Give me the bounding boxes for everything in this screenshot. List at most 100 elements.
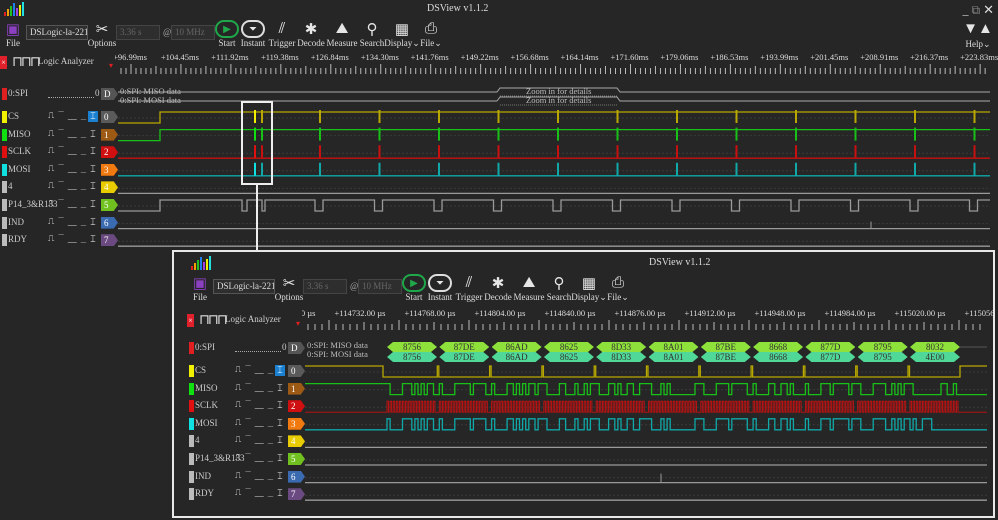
channel-color-bar[interactable] — [189, 400, 194, 413]
trigger-edge-icon[interactable]: ⎽ — [255, 400, 265, 410]
channel-color-bar[interactable] — [189, 470, 194, 483]
trigger-edge-icon[interactable]: ‾ — [58, 181, 64, 191]
channel-tag[interactable]: 2 — [101, 146, 118, 159]
miso-decoded-value[interactable]: 87DE — [439, 342, 489, 352]
trigger-edge-icon[interactable]: _ — [268, 365, 274, 375]
miso-decoded-value[interactable]: 8625 — [544, 342, 594, 352]
miso-decoded-value[interactable]: 8668 — [753, 342, 803, 352]
trigger-edge-icon[interactable]: ⎽ — [255, 453, 265, 463]
channel-name[interactable]: MISO — [195, 383, 218, 393]
miso-decoded-value[interactable]: 87BE — [701, 342, 751, 352]
mosi-decoded-value[interactable]: 87DE — [439, 352, 489, 362]
channel-name[interactable]: IND — [195, 471, 211, 481]
trigger-edge-icon[interactable]: ⎽ — [68, 199, 78, 209]
trigger-options[interactable]: ⎍ ‾ ⎽ _ — [48, 111, 90, 121]
trigger-edge-icon[interactable]: _ — [81, 199, 87, 209]
channel-tag[interactable]: 4 — [101, 181, 118, 194]
trigger-any-edge-icon[interactable]: ⌶ — [88, 181, 98, 192]
channel-tag[interactable]: 2 — [288, 400, 305, 413]
trigger-edge-icon[interactable]: ⎍ — [48, 146, 55, 156]
trigger-edge-icon[interactable]: ⎍ — [48, 199, 55, 209]
trigger-edge-icon[interactable]: ⎍ — [48, 111, 55, 121]
trigger-options[interactable]: ⎍ ‾ ⎽ _ — [235, 435, 277, 445]
channel-color-bar[interactable] — [2, 111, 7, 123]
channel-tag[interactable]: 0 — [288, 365, 305, 377]
channel-color-bar[interactable] — [2, 234, 7, 247]
mosi-decoded-value[interactable]: 4E00 — [910, 352, 960, 362]
miso-decoded-value[interactable]: 86AD — [492, 342, 542, 352]
channel-name[interactable]: MOSI — [8, 164, 31, 174]
mosi-decoded-value[interactable]: 8668 — [753, 352, 803, 362]
trigger-edge-icon[interactable]: ⎽ — [255, 418, 265, 428]
trigger-any-edge-icon[interactable]: ⌶ — [275, 365, 285, 376]
trigger-edge-icon[interactable]: ⎍ — [235, 471, 242, 481]
trigger-edge-icon[interactable]: _ — [81, 129, 87, 139]
trigger-edge-icon[interactable]: ⎍ — [48, 217, 55, 227]
trigger-edge-icon[interactable]: ⎽ — [68, 181, 78, 191]
trigger-edge-icon[interactable]: _ — [81, 146, 87, 156]
channel-tag[interactable]: 6 — [101, 216, 118, 229]
channel-color-bar[interactable] — [2, 216, 7, 229]
channel-tag[interactable]: 5 — [101, 199, 118, 211]
trigger-edge-icon[interactable]: _ — [81, 217, 87, 227]
miso-decoded-value[interactable]: 8032 — [910, 342, 960, 352]
channel-tag[interactable]: 0 — [101, 111, 118, 123]
channel-color-bar[interactable] — [189, 453, 194, 465]
channel-color-bar[interactable] — [2, 163, 7, 176]
channel-tag[interactable]: 7 — [288, 488, 305, 501]
trigger-edge-icon[interactable]: ⎍ — [235, 400, 242, 410]
trigger-any-edge-icon[interactable]: ⌶ — [88, 111, 98, 122]
mosi-decoded-value[interactable]: 8D33 — [596, 352, 646, 362]
miso-decoded-value[interactable]: 8A01 — [649, 342, 699, 352]
channel-name[interactable]: RDY — [8, 234, 27, 244]
trigger-options[interactable]: ⎍ ‾ ⎽ _ — [235, 400, 277, 410]
trigger-any-edge-icon[interactable]: ⌶ — [275, 453, 285, 464]
channel-color-bar[interactable] — [189, 365, 194, 377]
trigger-any-edge-icon[interactable]: ⌶ — [88, 199, 98, 210]
trigger-edge-icon[interactable]: _ — [268, 435, 274, 445]
trigger-edge-icon[interactable]: _ — [268, 453, 274, 463]
mosi-decoded-value[interactable]: 8756 — [387, 352, 437, 362]
trigger-any-edge-icon[interactable]: ⌶ — [88, 234, 98, 245]
channel-name[interactable]: SCLK — [195, 400, 218, 410]
trigger-any-edge-icon[interactable]: ⌶ — [275, 383, 285, 394]
trigger-edge-icon[interactable]: ‾ — [245, 400, 251, 410]
trigger-edge-icon[interactable]: ‾ — [245, 365, 251, 375]
trigger-edge-icon[interactable]: _ — [81, 111, 87, 121]
channel-tag[interactable]: 3 — [101, 163, 118, 176]
channel-tag[interactable]: 7 — [101, 234, 118, 247]
trigger-edge-icon[interactable]: _ — [268, 488, 274, 498]
trigger-edge-icon[interactable]: _ — [268, 400, 274, 410]
channel-color-bar[interactable] — [189, 488, 194, 501]
channel-tag[interactable]: 1 — [288, 382, 305, 395]
mosi-decoded-value[interactable]: 87BE — [701, 352, 751, 362]
trigger-edge-icon[interactable]: ⎍ — [235, 383, 242, 393]
trigger-edge-icon[interactable]: ‾ — [245, 488, 251, 498]
channel-color-bar[interactable] — [189, 435, 194, 448]
trigger-options[interactable]: ⎍ ‾ ⎽ _ — [48, 199, 90, 209]
mosi-decoded-value[interactable]: 8A01 — [649, 352, 699, 362]
trigger-edge-icon[interactable]: ⎽ — [68, 146, 78, 156]
trigger-edge-icon[interactable]: ⎽ — [255, 383, 265, 393]
trigger-options[interactable]: ⎍ ‾ ⎽ _ — [235, 471, 277, 481]
mosi-decoded-value[interactable]: 8625 — [544, 352, 594, 362]
trigger-edge-icon[interactable]: ⎽ — [255, 435, 265, 445]
trigger-edge-icon[interactable]: ⎍ — [235, 453, 242, 463]
trigger-edge-icon[interactable]: ⎽ — [68, 164, 78, 174]
trigger-edge-icon[interactable]: ⎍ — [235, 365, 242, 375]
trigger-edge-icon[interactable]: ⎽ — [68, 234, 78, 244]
trigger-edge-icon[interactable]: ‾ — [245, 418, 251, 428]
trigger-edge-icon[interactable]: ‾ — [58, 217, 64, 227]
trigger-edge-icon[interactable]: ‾ — [245, 453, 251, 463]
channel-color-bar[interactable] — [189, 417, 194, 430]
channel-color-bar[interactable] — [2, 199, 7, 211]
trigger-options[interactable]: ⎍ ‾ ⎽ _ — [48, 217, 90, 227]
trigger-any-edge-icon[interactable]: ⌶ — [275, 418, 285, 429]
trigger-edge-icon[interactable]: ‾ — [245, 471, 251, 481]
channel-name[interactable]: RDY — [195, 488, 214, 498]
trigger-edge-icon[interactable]: ⎍ — [235, 418, 242, 428]
trigger-any-edge-icon[interactable]: ⌶ — [275, 435, 285, 446]
miso-decoded-value[interactable]: 8795 — [858, 342, 908, 352]
trigger-edge-icon[interactable]: ‾ — [245, 435, 251, 445]
trigger-options[interactable]: ⎍ ‾ ⎽ _ — [48, 234, 90, 244]
